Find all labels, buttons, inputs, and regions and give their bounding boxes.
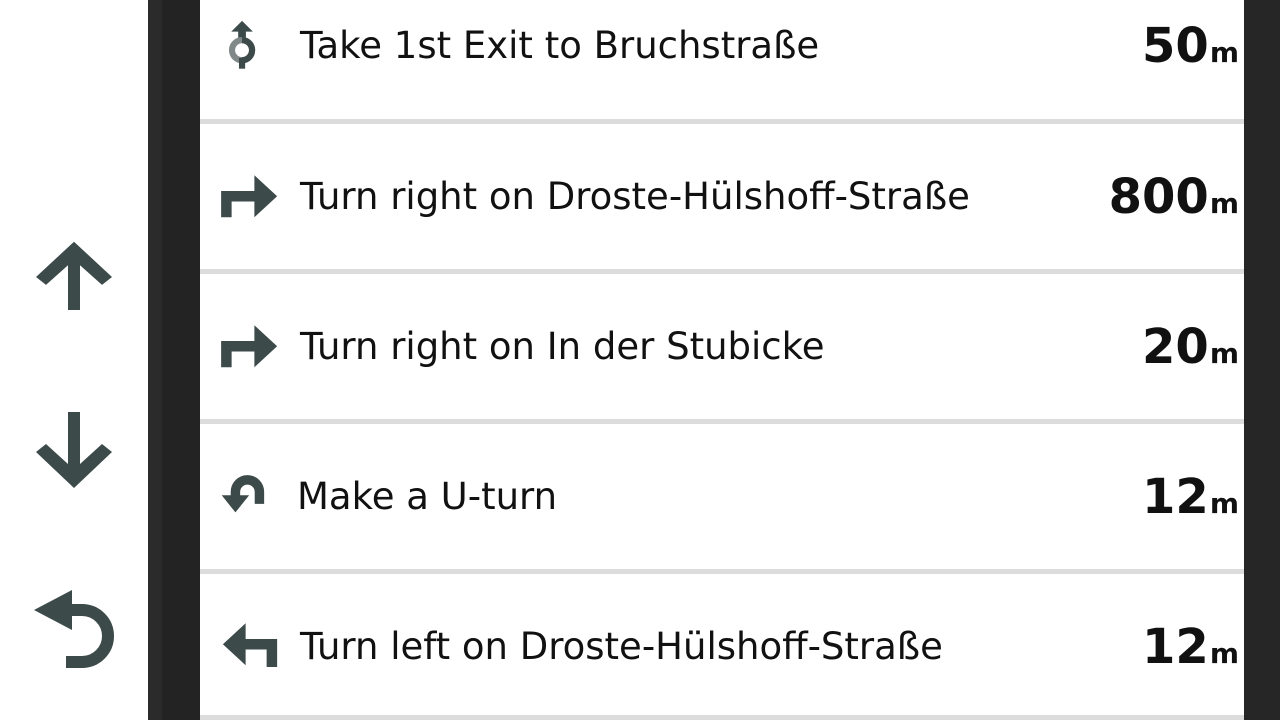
direction-text: Turn left on Droste-Hülshoff-Straße: [300, 625, 943, 668]
back-button[interactable]: [22, 576, 126, 680]
distance-value: 12: [1142, 619, 1209, 675]
direction-distance: 12 m: [1142, 574, 1239, 720]
direction-distance: 12 m: [1142, 424, 1239, 570]
roundabout-first-exit-icon: [228, 20, 256, 69]
distance-value: 50: [1142, 18, 1209, 74]
direction-text: Turn right on Droste-Hülshoff-Straße: [300, 175, 970, 218]
directions-list[interactable]: Take 1st Exit to Bruchstraße 50 m Turn ri…: [200, 0, 1244, 720]
arrow-down-icon: [36, 412, 112, 488]
direction-item[interactable]: Turn right on Droste-Hülshoff-Straße 800…: [200, 124, 1244, 270]
direction-item[interactable]: Make a U-turn 12 m: [200, 424, 1244, 570]
direction-text: Make a U-turn: [297, 475, 558, 518]
direction-distance: 20 m: [1142, 274, 1239, 420]
direction-item[interactable]: Turn right on In der Stubicke 20 m: [200, 274, 1244, 420]
distance-value: 800: [1108, 169, 1209, 225]
distance-unit: m: [1209, 35, 1239, 69]
u-turn-icon: [221, 475, 265, 513]
direction-text: Take 1st Exit to Bruchstraße: [300, 24, 820, 67]
scroll-up-button[interactable]: [22, 218, 126, 322]
distance-unit: m: [1209, 636, 1239, 670]
navigation-sidebar: [0, 0, 148, 720]
turn-right-icon: [221, 175, 278, 218]
arrow-up-icon: [36, 241, 112, 310]
turn-right-icon: [221, 325, 278, 368]
distance-unit: m: [1209, 336, 1239, 370]
list-frame-right: [1244, 0, 1280, 720]
direction-distance: 800 m: [1109, 124, 1239, 270]
direction-distance: 50 m: [1142, 0, 1239, 119]
scroll-down-button[interactable]: [22, 398, 126, 502]
turn-left-icon: [222, 623, 278, 667]
back-icon: [34, 590, 114, 668]
distance-value: 12: [1142, 469, 1209, 525]
row-separator: [200, 715, 1244, 720]
direction-item[interactable]: Take 1st Exit to Bruchstraße 50 m: [200, 0, 1244, 119]
direction-item[interactable]: Turn left on Droste-Hülshoff-Straße 12 m: [200, 574, 1244, 720]
distance-value: 20: [1142, 319, 1209, 375]
distance-unit: m: [1209, 486, 1239, 520]
direction-text: Turn right on In der Stubicke: [300, 325, 825, 368]
distance-unit: m: [1209, 186, 1239, 220]
list-frame-left: [148, 0, 200, 720]
